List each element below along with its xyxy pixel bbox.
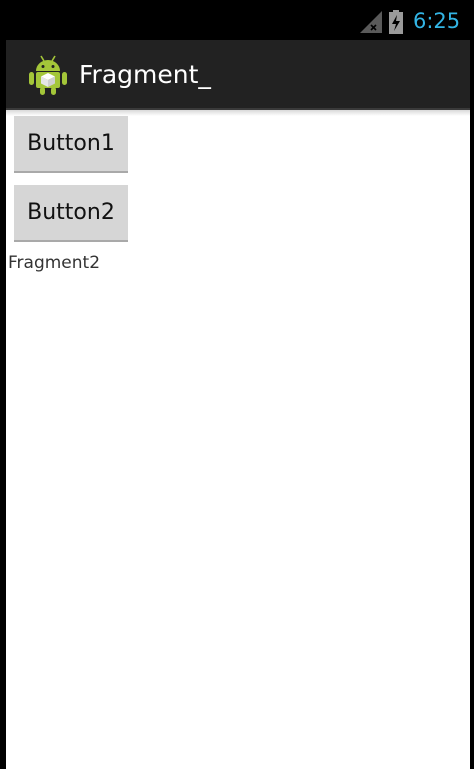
fragment-label: Fragment2 <box>8 253 101 273</box>
action-bar: Fragment_ <box>6 40 470 110</box>
status-bar: 6:25 <box>0 0 474 40</box>
button-1[interactable]: Button1 <box>14 116 128 173</box>
button-2[interactable]: Button2 <box>14 185 128 242</box>
app-window: Fragment_ Button1 Button2 Fragment2 <box>6 40 470 769</box>
app-title: Fragment_ <box>79 60 211 89</box>
android-app-icon[interactable] <box>28 54 68 96</box>
clock: 6:25 <box>413 9 461 33</box>
signal-no-service-icon <box>360 11 382 33</box>
battery-charging-icon <box>389 10 403 34</box>
